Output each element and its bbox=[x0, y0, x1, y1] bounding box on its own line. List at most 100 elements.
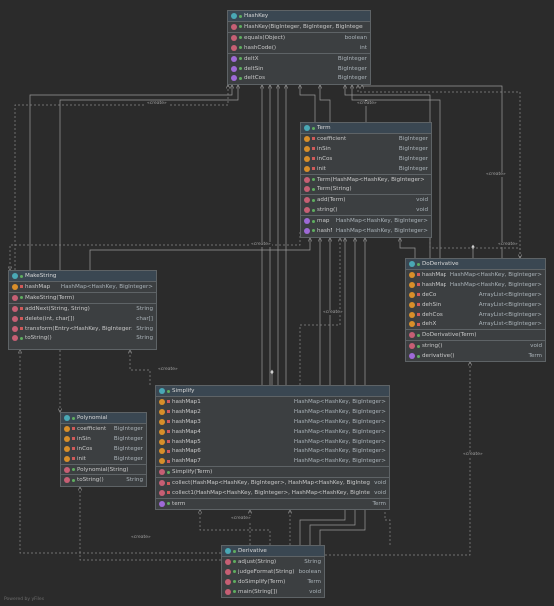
member-row[interactable]: derivative() Term bbox=[406, 351, 545, 361]
method-icon bbox=[64, 477, 70, 484]
class-term[interactable]: Term coefficient BigInteger inSin BigInteger… bbox=[300, 122, 432, 238]
class-header: Derivative bbox=[222, 546, 324, 557]
class-derivative[interactable]: Derivative adjust(String) String judgeForma… bbox=[221, 545, 325, 598]
member-row[interactable]: hashMap5 HashMap<HashKey, BigInteger> bbox=[156, 437, 389, 447]
member-row[interactable]: main(String[]) void bbox=[222, 587, 324, 597]
member-name: inCos bbox=[317, 155, 333, 162]
member-row[interactable]: Simplify(Term) bbox=[156, 467, 389, 477]
public-visibility-icon bbox=[72, 468, 75, 471]
member-row[interactable]: collect1(HashMap<HashKey, BigInteger>, H… bbox=[156, 488, 389, 498]
member-row[interactable]: inSin BigInteger bbox=[61, 434, 146, 444]
member-row[interactable]: transform(Entry<HashKey, BigInteger>) Str… bbox=[9, 324, 156, 334]
member-row[interactable]: deltSin BigInteger bbox=[228, 64, 370, 74]
member-row[interactable]: init BigInteger bbox=[61, 454, 146, 464]
member-row[interactable]: adjust(String) String bbox=[222, 557, 324, 567]
member-row[interactable]: judgeFormat(String) boolean bbox=[222, 567, 324, 577]
class-name: Term bbox=[317, 125, 331, 131]
member-row[interactable]: coefficient BigInteger bbox=[61, 424, 146, 434]
member-row[interactable]: hashMap1HashMap<HashKey, BigInteger> bbox=[156, 397, 389, 407]
member-row[interactable]: hashMap2HashMap<HashKey, BigInteger> bbox=[406, 280, 545, 290]
class-doderivative[interactable]: DoDerivative hashMap1HashMap<HashKey, Big… bbox=[405, 258, 546, 362]
public-visibility-icon bbox=[239, 57, 242, 61]
member-row[interactable]: hashMap3 HashMap<HashKey, BigInteger> bbox=[156, 417, 389, 427]
member-row[interactable]: deltX BigInteger bbox=[228, 54, 370, 64]
public-visibility-icon bbox=[167, 389, 170, 393]
member-row[interactable]: map HashMap<HashKey, BigInteger> bbox=[301, 216, 431, 226]
class-icon bbox=[159, 388, 165, 394]
method-icon bbox=[304, 197, 310, 204]
method-icon bbox=[159, 480, 165, 487]
member-row[interactable]: add(Term) void bbox=[301, 195, 431, 205]
member-row[interactable]: inCos BigInteger bbox=[61, 444, 146, 454]
private-visibility-icon bbox=[417, 313, 420, 316]
member-row[interactable]: init BigInteger bbox=[301, 164, 431, 174]
member-row[interactable]: hashMap2HashMap<HashKey, BigInteger> bbox=[156, 407, 389, 417]
member-row[interactable]: hashMapHashMap<HashKey, BigInteger> bbox=[9, 282, 156, 292]
member-type: Term bbox=[528, 353, 542, 360]
member-row[interactable]: coefficient BigInteger bbox=[301, 134, 431, 144]
member-row[interactable]: dehX ArrayList<BigInteger> bbox=[406, 319, 545, 329]
public-visibility-icon bbox=[20, 296, 23, 300]
property-icon bbox=[409, 353, 415, 360]
member-row[interactable]: hashMap1HashMap<HashKey, BigInteger> bbox=[406, 270, 545, 280]
class-header: Polynomial bbox=[61, 413, 146, 424]
member-row[interactable]: dehCos ArrayList<BigInteger> bbox=[406, 310, 545, 320]
field-icon bbox=[159, 418, 165, 425]
member-name: hashMap6 bbox=[172, 448, 201, 455]
field-icon bbox=[409, 291, 415, 298]
member-row[interactable]: hashMapHashMap<HashKey, BigInteger> bbox=[301, 226, 431, 236]
class-hashkey[interactable]: HashKey HashKey(BigInteger, BigInteger, B… bbox=[227, 10, 371, 85]
member-row[interactable]: Term(String) bbox=[301, 184, 431, 194]
member-row[interactable]: MakeString(Term) bbox=[9, 293, 156, 303]
member-row[interactable]: inCos BigInteger bbox=[301, 154, 431, 164]
public-visibility-icon bbox=[239, 25, 242, 29]
member-row[interactable]: equals(Object) boolean bbox=[228, 33, 370, 43]
member-row[interactable]: doSimplify(Term) Term bbox=[222, 577, 324, 587]
member-row[interactable]: Term(HashMap<HashKey, BigInteger>) bbox=[301, 175, 431, 185]
private-visibility-icon bbox=[167, 400, 170, 404]
member-section: DoDerivative(Term) bbox=[406, 330, 545, 342]
member-row[interactable]: DoDerivative(Term) bbox=[406, 330, 545, 340]
member-section: deltX BigInteger deltSin BigInteger deltCos B… bbox=[228, 54, 370, 84]
member-name: main(String[]) bbox=[238, 588, 278, 595]
member-row[interactable]: deCo ArrayList<BigInteger> bbox=[406, 290, 545, 300]
member-row[interactable]: term Term bbox=[156, 499, 389, 509]
member-row[interactable]: delete(int, char[]) char[] bbox=[9, 314, 156, 324]
member-row[interactable]: collect(HashMap<HashKey, BigInteger>, Ha… bbox=[156, 478, 389, 488]
class-simplify[interactable]: Simplify hashMap1 HashMap<HashKey, BigInte… bbox=[155, 385, 390, 510]
member-row[interactable]: toString() String bbox=[61, 475, 146, 485]
member-row[interactable]: toString() String bbox=[9, 333, 156, 343]
private-visibility-icon bbox=[417, 303, 420, 307]
member-name: inCos bbox=[77, 445, 93, 452]
member-name: delete(int, char[]) bbox=[25, 315, 75, 322]
member-row[interactable]: Polynomial(String) bbox=[61, 465, 146, 475]
private-visibility-icon bbox=[312, 147, 315, 151]
member-row[interactable]: string() void bbox=[406, 341, 545, 351]
member-type: boolean bbox=[344, 34, 367, 41]
edge-label: «create» bbox=[322, 310, 344, 315]
member-row[interactable]: hashMap6 HashMap<HashKey, BigInteger> bbox=[156, 446, 389, 456]
member-name: term bbox=[172, 500, 186, 507]
method-icon bbox=[225, 558, 231, 565]
class-polynomial[interactable]: Polynomial coefficient BigInteger inSin BigI… bbox=[60, 412, 147, 487]
member-row[interactable]: HashKey(BigInteger, BigInteger, BigInteg… bbox=[228, 22, 370, 32]
member-name: Term(HashMap<HashKey, BigInteger>) bbox=[317, 176, 424, 183]
member-row[interactable]: dehSin ArrayList<BigInteger> bbox=[406, 300, 545, 310]
member-name: hashMap2 bbox=[422, 281, 446, 288]
method-icon bbox=[409, 343, 415, 350]
member-name: hashMap7 bbox=[172, 458, 201, 465]
member-row[interactable]: addNext(String, String) String bbox=[9, 304, 156, 314]
field-icon bbox=[159, 438, 165, 445]
member-row[interactable]: hashMap4 HashMap<HashKey, BigInteger> bbox=[156, 427, 389, 437]
member-row[interactable]: inSin BigInteger bbox=[301, 144, 431, 154]
private-visibility-icon bbox=[312, 167, 315, 171]
member-row[interactable]: string() void bbox=[301, 205, 431, 215]
member-row[interactable]: deltCos BigInteger bbox=[228, 73, 370, 83]
field-icon bbox=[159, 448, 165, 455]
member-row[interactable]: hashMap7 HashMap<HashKey, BigInteger> bbox=[156, 456, 389, 466]
member-type: HashMap<HashKey, BigInteger> bbox=[293, 458, 386, 465]
public-visibility-icon bbox=[312, 219, 315, 223]
member-type: BigInteger bbox=[398, 145, 428, 152]
class-makestring[interactable]: MakeString hashMap HashMap<HashKey, BigInt… bbox=[8, 270, 157, 350]
member-row[interactable]: hashCode() int bbox=[228, 43, 370, 53]
